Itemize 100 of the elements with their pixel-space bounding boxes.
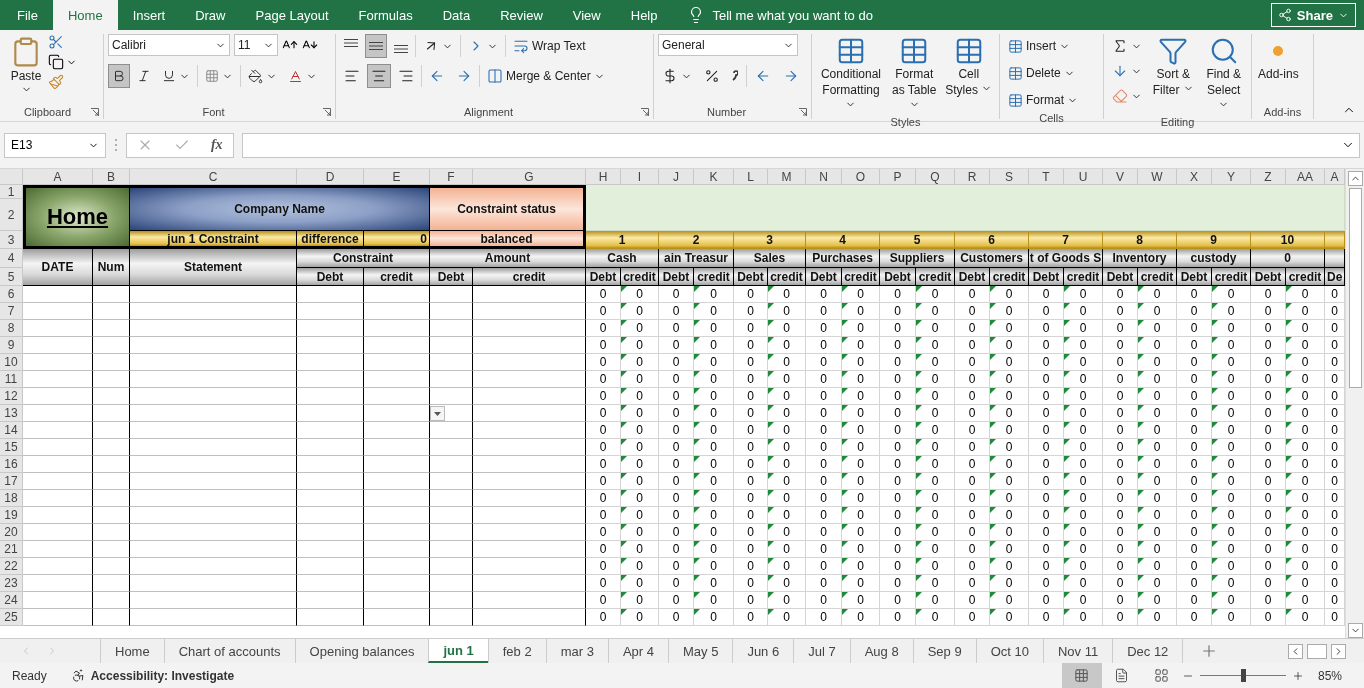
- font-name-field[interactable]: Calibri: [108, 34, 230, 56]
- row-header[interactable]: 11: [0, 371, 23, 388]
- number-format-field[interactable]: General: [658, 34, 798, 56]
- column-header[interactable]: E: [364, 169, 430, 185]
- row-header[interactable]: 3: [0, 231, 23, 249]
- name-box[interactable]: E13: [4, 132, 106, 158]
- column-header[interactable]: J: [659, 169, 694, 185]
- styles-button[interactable]: Cell Styles: [942, 34, 995, 100]
- font-size-field[interactable]: 11: [234, 34, 278, 56]
- insert-function-button[interactable]: fx: [210, 137, 223, 153]
- styles-button[interactable]: Format as Table: [887, 34, 941, 116]
- column-title: Num: [93, 249, 130, 286]
- merge-center-button[interactable]: Merge & Center: [483, 64, 609, 88]
- normal-view-button[interactable]: [1061, 663, 1102, 688]
- cells-button[interactable]: Insert: [1004, 34, 1082, 58]
- row-header[interactable]: 23: [0, 575, 23, 592]
- row-header[interactable]: 25: [0, 609, 23, 626]
- ribbon-tab[interactable]: Page Layout: [240, 0, 344, 30]
- column-header[interactable]: B: [93, 169, 130, 185]
- row-header[interactable]: 14: [0, 422, 23, 439]
- column-header[interactable]: X: [1177, 169, 1212, 185]
- vertical-scrollbar[interactable]: [1345, 169, 1364, 638]
- column-header[interactable]: W: [1138, 169, 1177, 185]
- ribbon-tab[interactable]: Review: [485, 0, 558, 30]
- column-header[interactable]: M: [768, 169, 806, 185]
- column-header[interactable]: F: [430, 169, 473, 185]
- row-header[interactable]: 18: [0, 490, 23, 507]
- column-header[interactable]: U: [1064, 169, 1103, 185]
- row-header[interactable]: 4: [0, 249, 23, 268]
- column-header[interactable]: AA: [1286, 169, 1325, 185]
- column-header[interactable]: O: [842, 169, 880, 185]
- table-cell: 0: [768, 371, 806, 388]
- column-header[interactable]: I: [621, 169, 659, 185]
- column-header[interactable]: R: [955, 169, 990, 185]
- column-header[interactable]: A: [23, 169, 93, 185]
- align-center-button[interactable]: [367, 64, 391, 88]
- column-header[interactable]: V: [1103, 169, 1138, 185]
- tell-me-search[interactable]: Tell me what you want to do: [712, 7, 873, 23]
- ribbon-tab[interactable]: Data: [427, 0, 486, 30]
- column-header[interactable]: G: [473, 169, 586, 185]
- column-header[interactable]: H: [586, 169, 621, 185]
- bold-button[interactable]: [108, 64, 130, 88]
- row-header[interactable]: 7: [0, 303, 23, 320]
- column-header[interactable]: Y: [1212, 169, 1251, 185]
- ribbon-tab[interactable]: View: [557, 0, 616, 30]
- column-header[interactable]: K: [694, 169, 734, 185]
- row-header[interactable]: 8: [0, 320, 23, 337]
- editing-button[interactable]: Find & Select: [1200, 34, 1247, 116]
- ribbon-tab[interactable]: Home: [52, 0, 118, 30]
- ribbon-tab[interactable]: Formulas: [343, 0, 428, 30]
- column-header[interactable]: N: [806, 169, 842, 185]
- share-button[interactable]: Share: [1270, 3, 1356, 27]
- add-ins-button[interactable]: Add-ins: [1256, 34, 1301, 84]
- cells-button[interactable]: Delete: [1004, 61, 1082, 85]
- accessibility-status[interactable]: Accessibility: Investigate: [90, 668, 235, 683]
- editing-button[interactable]: Sort & Filter: [1150, 34, 1197, 100]
- row-header[interactable]: 15: [0, 439, 23, 456]
- styles-button[interactable]: Conditional Formatting: [816, 34, 886, 116]
- ribbon-tab[interactable]: File: [2, 0, 53, 30]
- row-header[interactable]: 1: [0, 185, 23, 199]
- paste-button[interactable]: Paste: [8, 34, 44, 97]
- column-header[interactable]: S: [990, 169, 1029, 185]
- home-link[interactable]: Home: [46, 204, 109, 230]
- row-header[interactable]: 22: [0, 558, 23, 575]
- row-header[interactable]: 9: [0, 337, 23, 354]
- column-header[interactable]: Z: [1251, 169, 1286, 185]
- dialog-launcher-icon[interactable]: [799, 108, 807, 116]
- row-header[interactable]: 12: [0, 388, 23, 405]
- row-header[interactable]: 24: [0, 592, 23, 609]
- zoom-thumb[interactable]: [1240, 669, 1246, 682]
- row-header[interactable]: 13: [0, 405, 23, 422]
- dropdown-button[interactable]: [430, 406, 445, 421]
- row-header[interactable]: 10: [0, 354, 23, 371]
- row-header[interactable]: 19: [0, 507, 23, 524]
- sheet-tab[interactable]: jun 1: [428, 639, 488, 663]
- dialog-launcher-icon[interactable]: [641, 108, 649, 116]
- row-header[interactable]: 20: [0, 524, 23, 541]
- ribbon-tab[interactable]: Help: [615, 0, 673, 30]
- column-header[interactable]: D: [297, 169, 364, 185]
- column-header[interactable]: C: [130, 169, 297, 185]
- column-header[interactable]: T: [1029, 169, 1064, 185]
- dialog-launcher-icon[interactable]: [323, 108, 331, 116]
- row-header[interactable]: 6: [0, 286, 23, 303]
- cells-button[interactable]: Format: [1004, 88, 1082, 112]
- horizontal-scrollbar[interactable]: [1307, 643, 1327, 659]
- dialog-launcher-icon[interactable]: [91, 108, 99, 116]
- row-header[interactable]: 5: [0, 268, 23, 286]
- middle-align-button[interactable]: [365, 34, 387, 58]
- row-header[interactable]: 2: [0, 199, 23, 231]
- column-header[interactable]: P: [880, 169, 916, 185]
- ribbon-tab[interactable]: Draw: [180, 0, 241, 30]
- column-header[interactable]: L: [734, 169, 768, 185]
- row-header[interactable]: 17: [0, 473, 23, 490]
- formula-input[interactable]: [242, 132, 1360, 158]
- ribbon-tab[interactable]: Insert: [117, 0, 181, 30]
- row-header[interactable]: 16: [0, 456, 23, 473]
- wrap-text-button[interactable]: Wrap Text: [509, 34, 590, 58]
- column-header[interactable]: A: [1325, 169, 1345, 185]
- row-header[interactable]: 21: [0, 541, 23, 558]
- column-header[interactable]: Q: [916, 169, 955, 185]
